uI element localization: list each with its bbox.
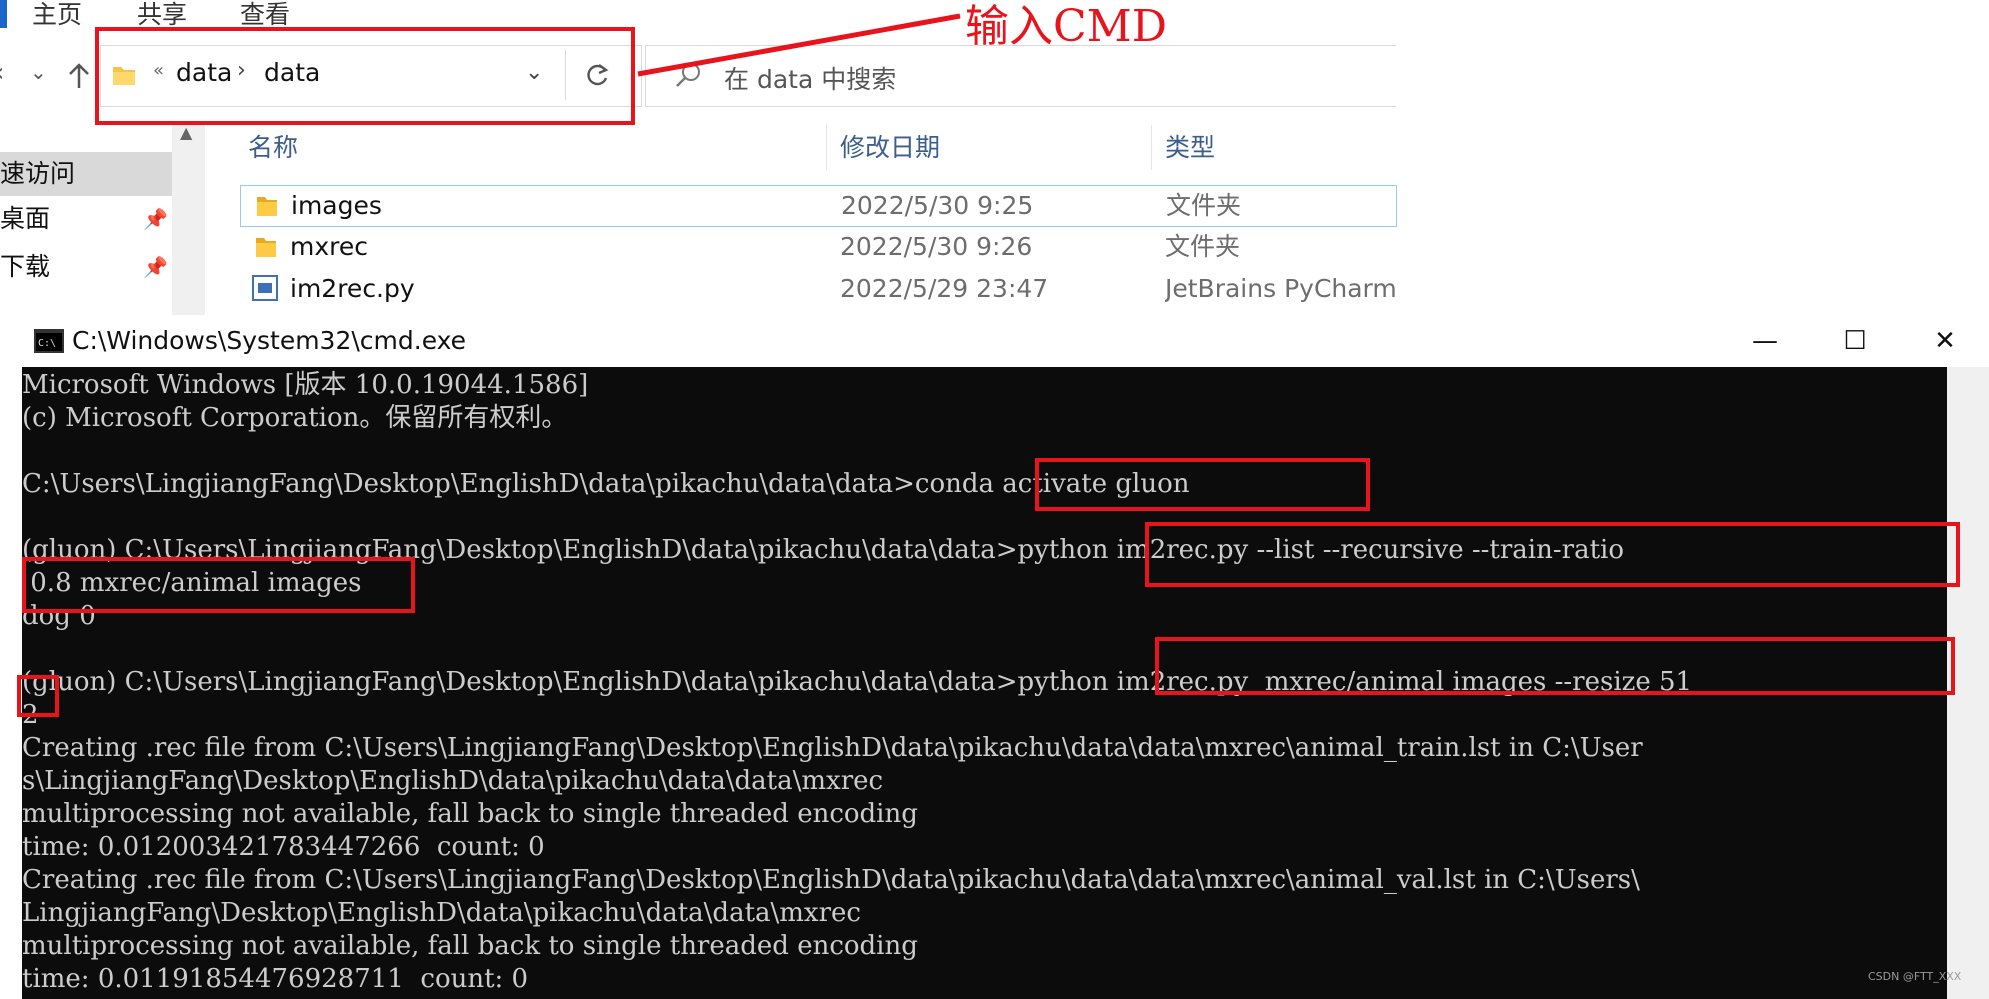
console-line: Creating .rec file from C:\Users\Lingjia…: [22, 865, 1640, 895]
up-arrow-icon[interactable]: [68, 62, 90, 97]
svg-text:C:\: C:\: [38, 338, 56, 349]
nav-item-label: 下载: [0, 252, 51, 281]
close-icon: ✕: [1934, 326, 1956, 356]
ribbon-tab-share[interactable]: 共享: [137, 0, 187, 30]
highlight-address-bar: [95, 27, 635, 125]
highlight-resize-command: [1155, 637, 1955, 695]
highlight-list-args: [22, 557, 415, 613]
ribbon-tab-home[interactable]: 主页: [32, 0, 82, 30]
pin-icon: 📌: [143, 207, 168, 231]
pin-icon: 📌: [143, 255, 168, 279]
maximize-button[interactable]: ☐: [1812, 315, 1898, 367]
nav-scrollbar[interactable]: ▲: [172, 123, 205, 315]
console-line: LingjiangFang\Desktop\EnglishD\data\pika…: [22, 898, 861, 928]
console-line: time: 0.012003421783447266 count: 0: [22, 832, 545, 862]
nav-item-desktop[interactable]: 桌面 📌: [0, 197, 172, 241]
watermark: CSDN @FTT_XXX: [1868, 970, 1962, 983]
minimize-button[interactable]: —: [1722, 315, 1808, 367]
highlight-resize-digit: [17, 675, 59, 717]
file-name: mxrec: [290, 232, 369, 261]
nav-item-label: 速访问: [0, 159, 76, 188]
console-line: time: 0.01191854476928711 count: 0: [22, 964, 529, 994]
console-line: multiprocessing not available, fall back…: [22, 799, 918, 829]
cmd-titlebar[interactable]: C:\ C:\Windows\System32\cmd.exe — ☐ ✕: [22, 315, 1989, 367]
annotation-label: 输入CMD: [965, 1, 1167, 52]
file-date: 2022/5/30 9:26: [840, 232, 1033, 261]
file-type: 文件夹: [1165, 232, 1241, 261]
minimize-icon: —: [1752, 326, 1778, 356]
navigation-pane: 速访问 桌面 📌 下载 📌: [0, 125, 172, 315]
console-line: Creating .rec file from C:\Users\Lingjia…: [22, 733, 1643, 763]
file-row-im2rec[interactable]: im2rec.py 2022/5/29 23:47 JetBrains PyCh…: [240, 269, 1395, 309]
close-button[interactable]: ✕: [1902, 315, 1988, 367]
column-divider[interactable]: [1151, 125, 1152, 170]
file-row-mxrec[interactable]: mxrec 2022/5/30 9:26 文件夹: [240, 227, 1395, 267]
back-icon[interactable]: ‹: [0, 58, 4, 88]
annotation-arrow: [637, 13, 961, 77]
folder-icon: [257, 197, 277, 216]
console-line: s\LingjiangFang\Desktop\EnglishD\data\pi…: [22, 766, 884, 796]
cmd-app-icon: C:\: [34, 329, 64, 353]
nav-item-downloads[interactable]: 下载 📌: [0, 245, 172, 289]
column-header-date[interactable]: 修改日期: [840, 128, 940, 168]
column-header-name[interactable]: 名称: [248, 128, 298, 168]
folder-icon: [256, 238, 276, 257]
console-line: (c) Microsoft Corporation。保留所有权利。: [22, 403, 568, 433]
nav-item-label: 桌面: [0, 204, 51, 233]
file-row-images[interactable]: images 2022/5/30 9:25 文件夹: [240, 185, 1397, 227]
ribbon-tab-view[interactable]: 查看: [240, 0, 290, 30]
highlight-conda-command: [1035, 458, 1370, 511]
highlight-list-command: [1145, 522, 1960, 587]
file-tab-accent[interactable]: [0, 0, 7, 28]
maximize-icon: ☐: [1843, 326, 1867, 356]
console-line: Microsoft Windows [版本 10.0.19044.1586]: [22, 370, 589, 400]
column-header-type[interactable]: 类型: [1165, 128, 1215, 168]
nav-item-quick-access[interactable]: 速访问: [0, 152, 172, 196]
file-name: im2rec.py: [290, 274, 415, 303]
column-divider[interactable]: [826, 125, 827, 170]
console-line: multiprocessing not available, fall back…: [22, 931, 918, 961]
file-name: images: [291, 191, 382, 220]
recent-locations-icon[interactable]: ⌄: [30, 60, 47, 84]
file-type: JetBrains PyCharm .: [1165, 274, 1395, 303]
console-line: C:\Users\LingjiangFang\Desktop\EnglishD\…: [22, 469, 1190, 499]
cmd-title: C:\Windows\System32\cmd.exe: [72, 326, 467, 355]
file-date: 2022/5/29 23:47: [840, 274, 1049, 303]
python-file-icon: [252, 275, 278, 301]
file-type: 文件夹: [1166, 191, 1242, 220]
file-date: 2022/5/30 9:25: [841, 191, 1034, 220]
scroll-up-icon[interactable]: ▲: [180, 123, 192, 142]
